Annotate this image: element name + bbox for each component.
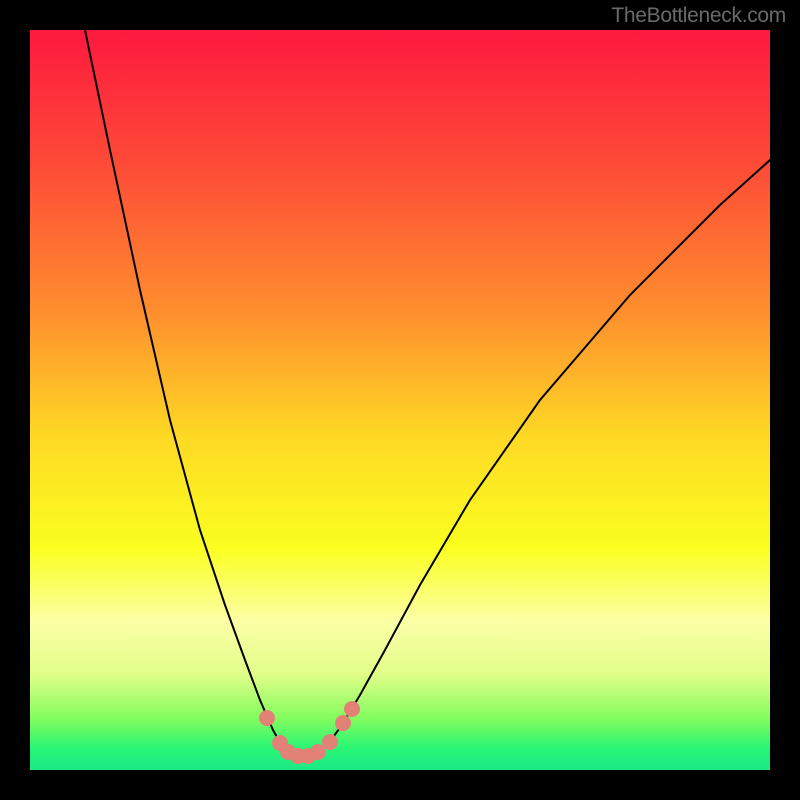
chart-plot-area: [30, 30, 770, 770]
gradient-background: [30, 30, 770, 770]
marker-point-0: [259, 710, 275, 726]
marker-point-8: [344, 701, 360, 717]
watermark-text: TheBottleneck.com: [611, 4, 786, 28]
marker-point-7: [335, 715, 351, 731]
marker-point-6: [322, 734, 338, 750]
chart-svg: [30, 30, 770, 770]
